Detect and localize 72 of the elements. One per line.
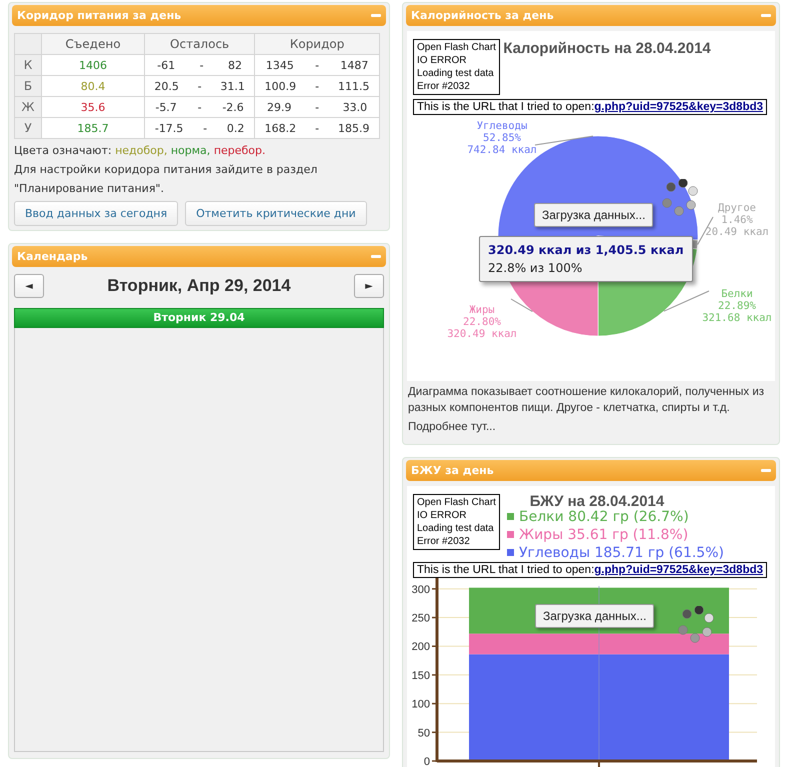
slice-label: Белки 22.89% 321.68 ккал [702, 288, 772, 324]
collapse-icon[interactable] [371, 255, 381, 258]
table-cell: 29.9 - 33.0 [254, 96, 380, 118]
table-cell: 35.6 [42, 96, 144, 118]
table-cell: 168.2 - 185.9 [254, 118, 380, 138]
row-label: Ж [14, 96, 42, 118]
panel-title: Коридор питания за день [17, 9, 182, 22]
slice-label: Углеводы 52.85% 742.84 ккал [467, 120, 537, 156]
axis-tick-label: 100 [412, 698, 430, 711]
calendar-date: Вторник, Апр 29, 2014 [107, 276, 291, 296]
table-cell: 20.5 - 31.1 [144, 76, 255, 96]
axis-tick-label: 0 [424, 756, 430, 767]
action-button[interactable]: Ввод данных за сегодня [14, 201, 178, 226]
settings-note: Для настройки коридора питания зайдите в раздел "Планирование питания". [13, 162, 318, 197]
legend-label: Белки 80.42 гр (26.7%) [519, 509, 689, 525]
table-cell: 1406 [42, 54, 144, 76]
spinner-icon [675, 606, 715, 644]
tooltip-detail: 22.8% из 100% [488, 260, 584, 277]
more-link[interactable]: Подробнее тут... [408, 421, 496, 433]
chart-title: Калорийность на 28.04.2014 [503, 40, 711, 57]
row-label: Б [14, 76, 42, 96]
collapse-icon[interactable] [761, 469, 771, 472]
axis-tick-label: 250 [412, 612, 430, 625]
panel-title: БЖУ за день [411, 464, 494, 477]
legend-swatch [507, 531, 514, 538]
table-cell: 80.4 [42, 76, 144, 96]
axis-tick-label: 300 [412, 584, 430, 596]
panel-title: Калорийность за день [411, 9, 554, 22]
action-button[interactable]: Отметить критические дни [185, 201, 367, 226]
loading-dialog: Загрузка данных... [535, 604, 654, 628]
next-day-button[interactable]: ► [354, 274, 384, 298]
table-header-cell [14, 34, 42, 54]
loading-dialog: Загрузка данных... [534, 203, 654, 227]
table-cell: -17.5 - 0.2 [144, 118, 255, 138]
color-legend: Цвета означают: недобор, норма, перебор. [12, 141, 386, 160]
slice-label: Жиры 22.80% 320.49 ккал [447, 304, 517, 340]
url-link[interactable]: g.php?uid=97525&key=3d8bd3 [594, 101, 764, 113]
column-header: Коридор [254, 34, 380, 54]
table-cell: 100.9 - 111.5 [254, 76, 380, 96]
legend-label: Углеводы 185.71 гр (61.5%) [519, 545, 724, 561]
spinner-icon [659, 179, 699, 217]
leader-line [510, 298, 533, 312]
slice-label: Другое 1.46% 20.49 ккал [705, 202, 769, 238]
panel-title: Календарь [17, 250, 88, 263]
table-cell: 185.7 [42, 118, 144, 138]
url-link[interactable]: g.php?uid=97525&key=3d8bd3 [594, 564, 764, 576]
leader-line [534, 136, 594, 146]
legend-label: Жиры 35.61 гр (11.8%) [519, 527, 688, 543]
error-url-message: This is the URL that I tried to open:g.php?uid=97525&key=3d8bd3 [413, 99, 768, 115]
axis-tick-label: 50 [418, 727, 430, 740]
chart-title: БЖУ на 28.04.2014 [530, 493, 664, 510]
table-cell: -5.7 - -2.6 [144, 96, 255, 118]
day-header: Вторник 29.04 [14, 308, 384, 328]
axis-tick-label: 150 [412, 670, 430, 682]
row-label: К [14, 54, 42, 76]
axis-tick-label: 200 [412, 641, 430, 654]
leader-line [663, 290, 710, 312]
column-header: Осталось [144, 34, 255, 54]
column-header: Съедено [42, 34, 144, 54]
legend-swatch [507, 549, 514, 556]
collapse-icon[interactable] [761, 14, 771, 17]
table-cell: 1345 - 1487 [254, 54, 380, 76]
collapse-icon[interactable] [371, 14, 381, 17]
table-cell: -61 - 82 [144, 54, 255, 76]
tooltip-title: 320.49 ккал из 1,405.5 ккал [488, 242, 684, 259]
legend-swatch [507, 513, 514, 520]
chart-description: Диаграмма показывает соотношение килокалорий, полученных из разных компонентов пищи. Другое - клетчатка, спирты и т.д. [407, 385, 766, 416]
previous-day-button[interactable]: ◄ [14, 274, 44, 298]
error-message: Open Flash Chart IO ERROR Loading test data Error #2032 [413, 39, 500, 95]
row-label: У [14, 118, 42, 138]
error-message: Open Flash Chart IO ERROR Loading test data Error #2032 [413, 494, 500, 550]
error-url-message: This is the URL that I tried to open:g.php?uid=97525&key=3d8bd3 [413, 562, 768, 578]
